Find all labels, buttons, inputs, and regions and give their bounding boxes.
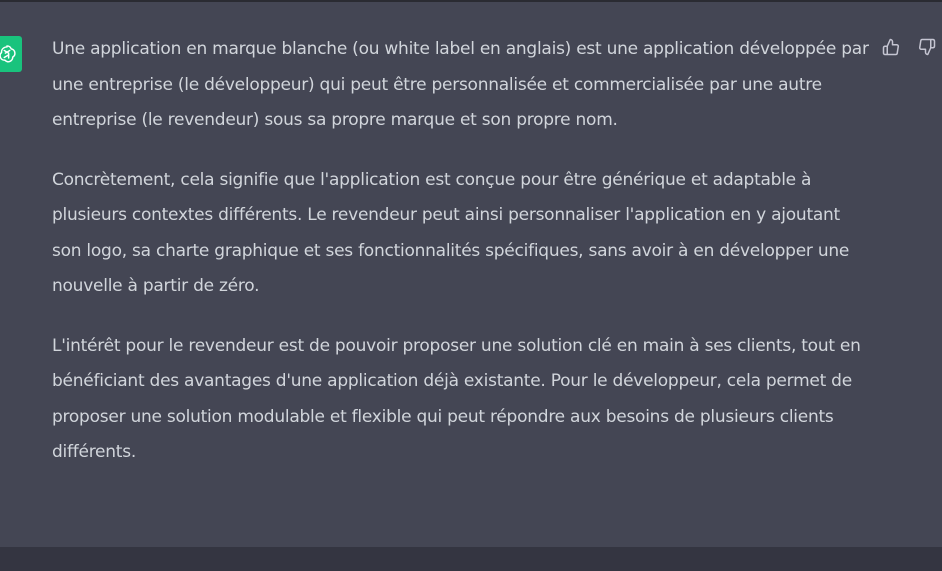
message-content: Une application en marque blanche (ou wh… (52, 32, 872, 495)
message-paragraph: Concrètement, cela signifie que l'applic… (52, 169, 850, 297)
thumbs-down-icon (918, 38, 936, 61)
openai-logo-icon (0, 43, 18, 65)
message-paragraph: L'intérêt pour le revendeur est de pouvo… (52, 335, 861, 463)
dislike-button[interactable] (916, 38, 938, 60)
message-paragraph: Une application en marque blanche (ou wh… (52, 39, 869, 130)
assistant-avatar (0, 36, 22, 72)
assistant-message: Une application en marque blanche (ou wh… (0, 2, 942, 547)
bottom-area (0, 547, 942, 571)
like-button[interactable] (880, 38, 902, 60)
feedback-buttons (880, 38, 938, 60)
thumbs-up-icon (882, 38, 900, 61)
